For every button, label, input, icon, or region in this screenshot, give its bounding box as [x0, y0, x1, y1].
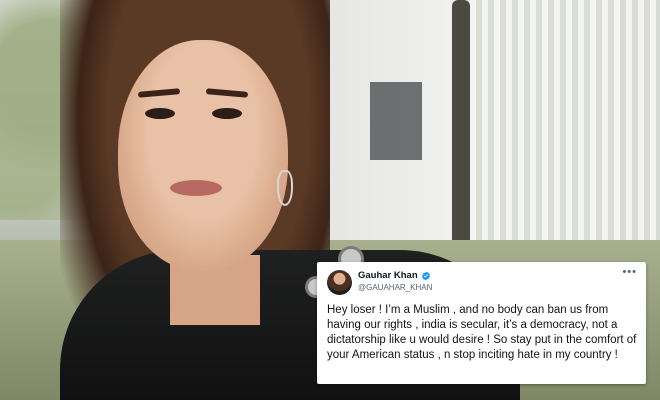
- earring: [277, 170, 293, 206]
- left-eye: [145, 108, 175, 119]
- avatar[interactable]: [327, 270, 352, 295]
- tweet-card: Gauhar Khan @GAUAHAR_KHAN ••• Hey loser …: [317, 262, 646, 384]
- lips: [170, 180, 222, 196]
- right-eye: [212, 108, 242, 119]
- window: [370, 82, 422, 160]
- tree-trunk: [452, 0, 470, 260]
- display-name[interactable]: Gauhar Khan: [358, 270, 431, 281]
- face: [118, 40, 288, 270]
- verified-badge-icon: [421, 271, 430, 280]
- handle[interactable]: @GAUAHAR_KHAN: [358, 283, 432, 292]
- display-name-text: Gauhar Khan: [358, 270, 418, 281]
- fence: [470, 0, 660, 250]
- more-icon[interactable]: •••: [622, 266, 637, 278]
- tweet-text: Hey loser ! I’m a Muslim , and no body c…: [327, 304, 637, 361]
